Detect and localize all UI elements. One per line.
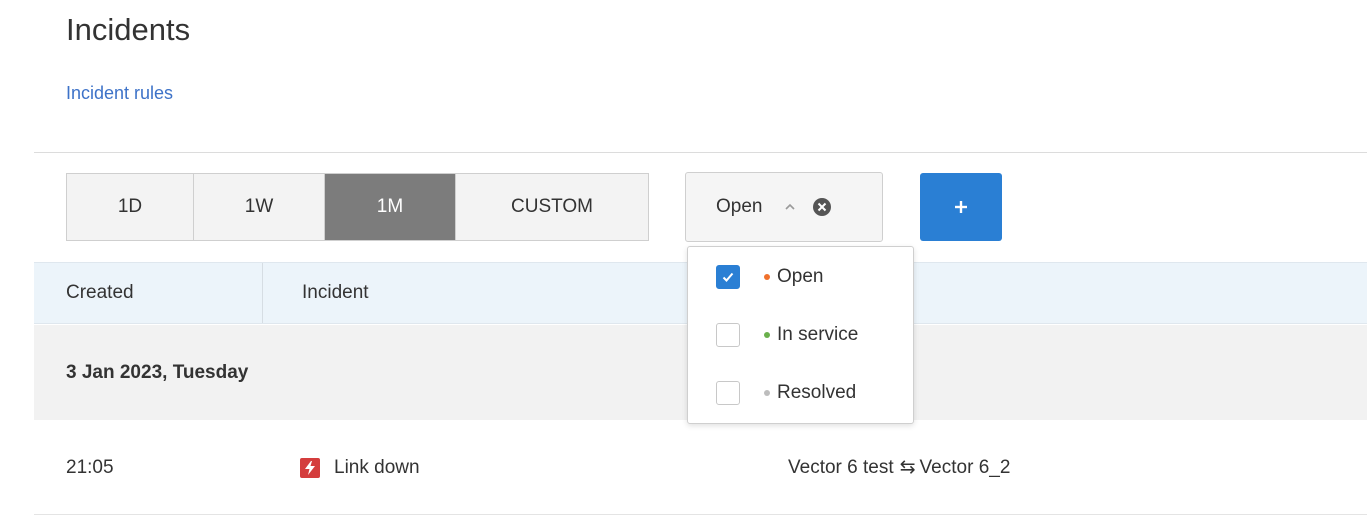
period-1m-button[interactable]: 1M — [325, 174, 456, 240]
status-filter-value: Open — [716, 196, 763, 217]
page-title: Incidents — [66, 12, 191, 47]
date-group-label: 3 Jan 2023, Tuesday — [66, 361, 249, 383]
clear-filter-icon[interactable] — [812, 197, 832, 217]
incident-rules-link[interactable]: Incident rules — [66, 83, 173, 104]
status-dot-open — [764, 274, 770, 280]
table-row[interactable]: 21:05 Link down Vector 6 test ⇆ Vector 6… — [34, 420, 1367, 515]
status-option-open[interactable]: Open — [716, 257, 823, 297]
status-dot-resolved — [764, 390, 770, 396]
incident-type: Link down — [334, 456, 420, 478]
status-option-resolved[interactable]: Resolved — [716, 373, 856, 413]
chevron-up-icon — [782, 199, 798, 215]
status-open-checkbox[interactable] — [716, 265, 740, 289]
link-from: Vector 6 test — [788, 456, 894, 478]
status-in-service-checkbox[interactable] — [716, 323, 740, 347]
plus-icon — [955, 201, 967, 213]
status-filter-dropdown: Open In service Resolved — [687, 246, 914, 424]
status-resolved-checkbox[interactable] — [716, 381, 740, 405]
link-to: Vector 6_2 — [919, 456, 1011, 478]
status-option-label: In service — [777, 324, 859, 345]
incident-cell: Link down — [300, 420, 420, 515]
period-1w-button[interactable]: 1W — [194, 174, 325, 240]
status-option-in-service[interactable]: In service — [716, 315, 858, 355]
period-selector: 1D 1W 1M CUSTOM — [66, 173, 649, 241]
link-cell: Vector 6 test ⇆ Vector 6_2 — [788, 420, 1010, 515]
checkmark-icon — [722, 272, 734, 282]
incident-time: 21:05 — [66, 456, 114, 478]
period-1d-button[interactable]: 1D — [67, 174, 194, 240]
column-separator — [262, 263, 263, 323]
lightning-icon — [300, 457, 320, 478]
status-filter-select[interactable]: Open — [685, 172, 883, 242]
divider — [34, 152, 1367, 153]
status-option-label: Resolved — [777, 382, 857, 403]
status-option-label: Open — [777, 266, 824, 287]
add-incident-button[interactable] — [920, 173, 1002, 241]
column-header-incident[interactable]: Incident — [302, 263, 369, 323]
column-header-created[interactable]: Created — [66, 263, 134, 323]
period-custom-button[interactable]: CUSTOM — [456, 174, 648, 240]
bidirectional-arrow-icon: ⇆ — [899, 457, 916, 478]
status-dot-in-service — [764, 332, 770, 338]
